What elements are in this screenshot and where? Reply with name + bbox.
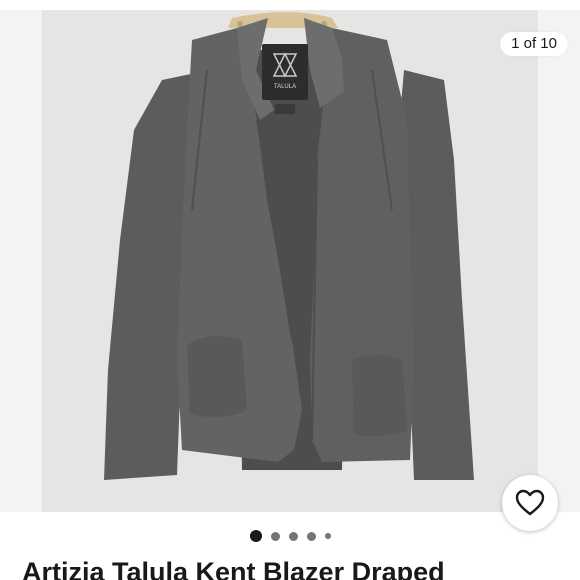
pagination-dot[interactable]	[306, 531, 316, 541]
favorite-button[interactable]	[502, 475, 558, 531]
previous-image-peek[interactable]	[0, 10, 42, 512]
jacket-image: TALULA	[104, 12, 474, 480]
heart-outline-icon	[515, 489, 545, 516]
top-strip	[0, 0, 580, 10]
next-image-peek[interactable]	[538, 10, 580, 512]
image-gallery[interactable]: TALULA 1 of 10	[0, 10, 580, 512]
pagination-dot-active[interactable]	[249, 530, 262, 542]
image-pagination-dots	[0, 528, 580, 544]
brand-label-text: TALULA	[274, 84, 296, 90]
pagination-dot[interactable]	[288, 531, 298, 541]
listing-page: TALULA 1 of 10 Artizia Talula Kent Blaze…	[0, 0, 580, 580]
image-counter: 1 of 10	[500, 32, 568, 56]
listing-title: Artizia Talula Kent Blazer Draped	[22, 557, 445, 580]
pagination-dot[interactable]	[324, 533, 331, 539]
pagination-dot[interactable]	[270, 531, 280, 541]
